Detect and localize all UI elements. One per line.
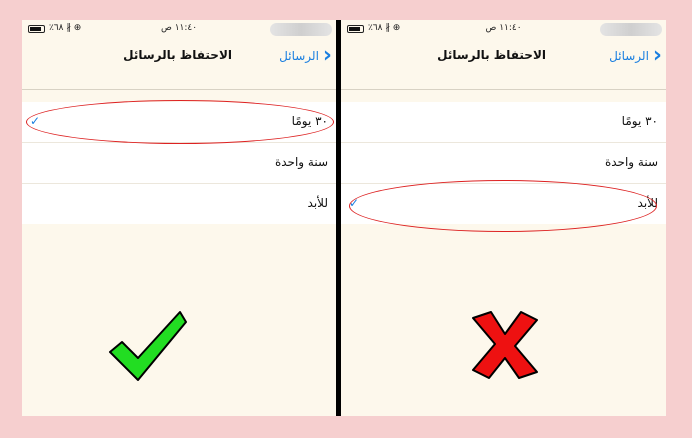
back-button[interactable]: الرسائل ›	[279, 44, 332, 68]
option-forever[interactable]: للأبد ✓	[341, 184, 666, 224]
option-1-year[interactable]: سنة واحدة	[341, 143, 666, 184]
carrier-blurred	[270, 23, 332, 36]
option-label: ٣٠ يومًا	[621, 114, 658, 128]
retention-options-list: ٣٠ يومًا سنة واحدة للأبد ✓	[341, 102, 666, 224]
retention-options-list: ٣٠ يومًا ✓ سنة واحدة للأبد	[22, 102, 336, 224]
red-x-icon	[472, 311, 538, 379]
checkmark-icon: ✓	[30, 114, 41, 128]
page-title: الاحتفاظ بالرسائل	[437, 48, 546, 62]
option-label: للأبد	[307, 196, 328, 210]
chevron-right-icon: ›	[322, 43, 332, 68]
nav-bar: الاحتفاظ بالرسائل الرسائل ›	[341, 38, 666, 90]
option-30-days[interactable]: ٣٠ يومًا ✓	[22, 102, 336, 143]
option-label: سنة واحدة	[274, 155, 328, 169]
option-1-year[interactable]: سنة واحدة	[22, 143, 336, 184]
back-label: الرسائل	[279, 49, 319, 63]
option-forever[interactable]: للأبد	[22, 184, 336, 224]
page-title: الاحتفاظ بالرسائل	[123, 48, 232, 62]
carrier-blurred	[600, 23, 662, 36]
option-label: ٣٠ يومًا	[291, 114, 328, 128]
green-checkmark-icon	[109, 311, 187, 381]
option-label: للأبد	[637, 196, 658, 210]
status-bar: ٪٦٨ ∦ ⊕ ١١:٤٠ ص	[22, 20, 336, 38]
chevron-right-icon: ›	[652, 43, 662, 68]
status-bar: ٪٦٨ ∦ ⊕ ١١:٤٠ ص	[341, 20, 666, 38]
back-button[interactable]: الرسائل ›	[609, 44, 662, 68]
option-30-days[interactable]: ٣٠ يومًا	[341, 102, 666, 143]
nav-bar: الاحتفاظ بالرسائل الرسائل ›	[22, 38, 336, 90]
phone-panel-incorrect: ٪٦٨ ∦ ⊕ ١١:٤٠ ص الاحتفاظ بالرسائل الرسائ…	[341, 20, 666, 416]
phone-panel-correct: ٪٦٨ ∦ ⊕ ١١:٤٠ ص الاحتفاظ بالرسائل الرسائ…	[22, 20, 336, 416]
option-label: سنة واحدة	[604, 155, 658, 169]
checkmark-icon: ✓	[349, 196, 360, 210]
back-label: الرسائل	[609, 49, 649, 63]
